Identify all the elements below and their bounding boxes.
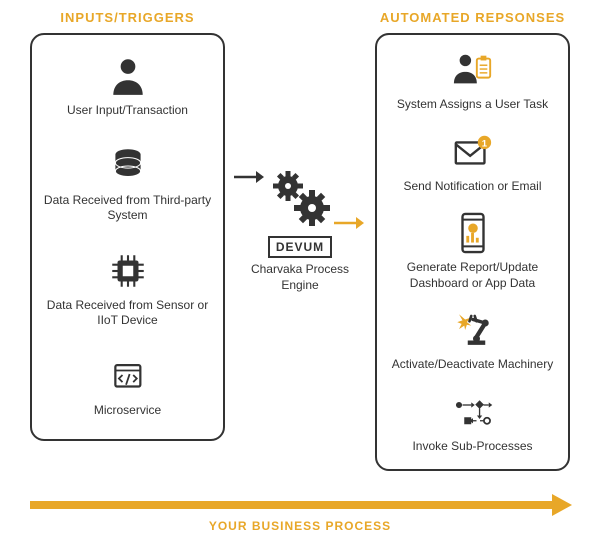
- middle-column: DEVUM Charvaka Process Engine: [240, 10, 360, 293]
- item-label: Data Received from Sensor or IIoT Device: [40, 298, 215, 329]
- item-sensor-iiot: Data Received from Sensor or IIoT Device: [40, 250, 215, 329]
- diagram-container: INPUTS/TRIGGERS User Input/Transaction D…: [0, 0, 600, 471]
- arrow-line: [30, 501, 556, 509]
- item-notification: 1 Send Notification or Email: [385, 131, 560, 195]
- robot-arm-icon: [452, 309, 494, 351]
- item-label: User Input/Transaction: [67, 103, 188, 119]
- code-icon: [107, 355, 149, 397]
- arrow-head-icon: [552, 494, 572, 516]
- item-third-party: Data Received from Third-party System: [40, 145, 215, 224]
- item-label: Invoke Sub-Processes: [412, 439, 532, 455]
- item-machinery: Activate/Deactivate Machinery: [385, 309, 560, 373]
- chip-icon: [107, 250, 149, 292]
- item-label: System Assigns a User Task: [397, 97, 548, 113]
- item-user-task: System Assigns a User Task: [385, 49, 560, 113]
- user-task-icon: [452, 49, 494, 91]
- item-label: Microservice: [94, 403, 161, 419]
- outputs-panel: System Assigns a User Task 1 Send Notifi…: [375, 33, 570, 471]
- svg-text:1: 1: [481, 138, 487, 149]
- item-microservice: Microservice: [40, 355, 215, 419]
- right-title: AUTOMATED REPSONSES: [375, 10, 570, 25]
- process-arrow: [30, 497, 570, 513]
- item-label: Send Notification or Email: [403, 179, 541, 195]
- gears-icon: [260, 170, 340, 230]
- engine-label: Charvaka Process Engine: [240, 262, 360, 293]
- item-subprocess: Invoke Sub-Processes: [385, 391, 560, 455]
- right-column: AUTOMATED REPSONSES System Assigns a Use…: [375, 10, 570, 471]
- devum-logo: DEVUM: [268, 236, 332, 258]
- item-report: Generate Report/Update Dashboard or App …: [385, 212, 560, 291]
- phone-report-icon: [452, 212, 494, 254]
- item-label: Data Received from Third-party System: [40, 193, 215, 224]
- item-label: Generate Report/Update Dashboard or App …: [385, 260, 560, 291]
- database-icon: [107, 145, 149, 187]
- user-icon: [107, 55, 149, 97]
- bottom-caption: YOUR BUSINESS PROCESS: [0, 519, 600, 533]
- item-label: Activate/Deactivate Machinery: [392, 357, 553, 373]
- left-title: INPUTS/TRIGGERS: [30, 10, 225, 25]
- left-column: INPUTS/TRIGGERS User Input/Transaction D…: [30, 10, 225, 441]
- item-user-input: User Input/Transaction: [40, 55, 215, 119]
- subprocess-icon: [452, 391, 494, 433]
- envelope-badge-icon: 1: [452, 131, 494, 173]
- inputs-panel: User Input/Transaction Data Received fro…: [30, 33, 225, 441]
